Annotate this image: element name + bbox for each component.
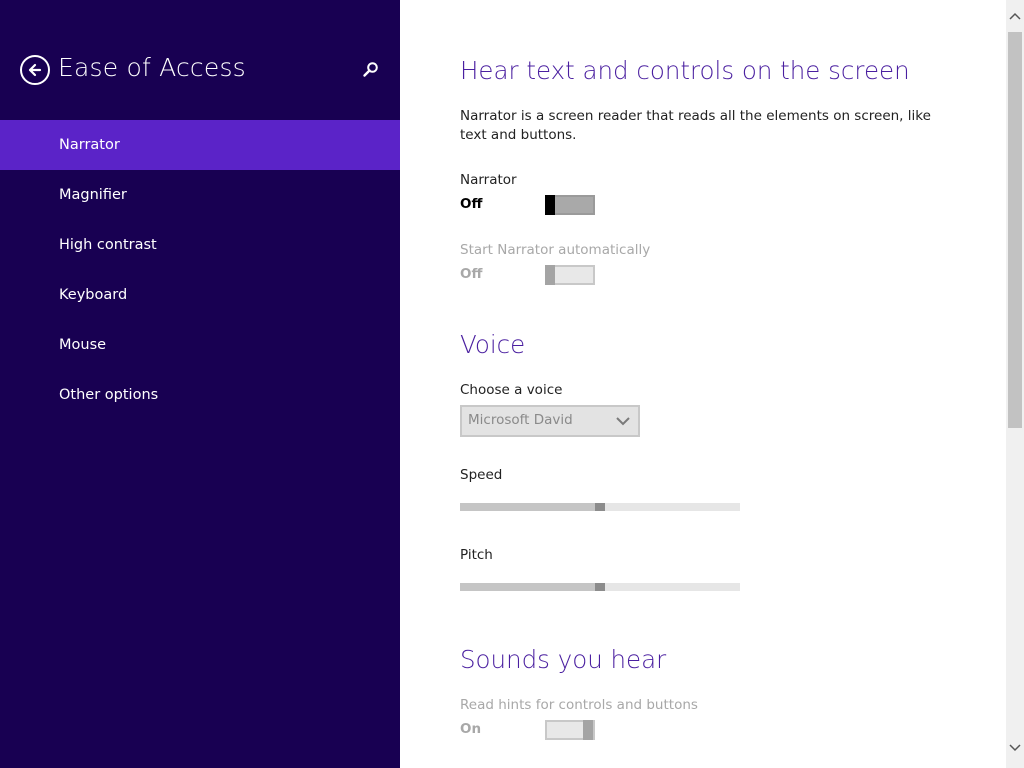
slider-thumb[interactable] xyxy=(595,583,605,591)
main-content: Hear text and controls on the screen Nar… xyxy=(400,0,1006,768)
chevron-down-icon xyxy=(616,417,630,426)
read-hints-state: On xyxy=(460,721,482,737)
chevron-down-icon xyxy=(1009,744,1021,752)
sidebar: Ease of Access Narrator Magnifier High c… xyxy=(0,0,400,768)
start-narrator-auto-label: Start Narrator automatically xyxy=(460,242,651,258)
sidebar-item-other-options[interactable]: Other options xyxy=(0,370,400,420)
speed-label: Speed xyxy=(460,467,503,483)
search-button[interactable] xyxy=(362,61,380,79)
back-arrow-icon xyxy=(28,63,42,77)
toggle-thumb xyxy=(545,265,555,285)
scroll-thumb[interactable] xyxy=(1008,32,1022,428)
scroll-up-button[interactable] xyxy=(1006,8,1024,26)
narrator-description: Narrator is a screen reader that reads a… xyxy=(460,108,931,143)
voice-heading: Voice xyxy=(460,330,526,359)
sidebar-item-mouse[interactable]: Mouse xyxy=(0,320,400,370)
read-hints-toggle[interactable] xyxy=(545,720,595,740)
start-narrator-auto-state: Off xyxy=(460,266,483,282)
narrator-label: Narrator xyxy=(460,172,517,188)
sidebar-item-magnifier[interactable]: Magnifier xyxy=(0,170,400,220)
sidebar-nav: Narrator Magnifier High contrast Keyboar… xyxy=(0,120,400,420)
slider-fill xyxy=(460,503,595,511)
chevron-up-icon xyxy=(1009,12,1021,20)
toggle-thumb xyxy=(583,720,593,740)
toggle-thumb xyxy=(545,195,555,215)
app-title: Ease of Access xyxy=(58,53,246,82)
sidebar-item-narrator[interactable]: Narrator xyxy=(0,120,400,170)
vertical-scrollbar[interactable] xyxy=(1006,0,1024,768)
narrator-state: Off xyxy=(460,196,483,212)
pitch-slider[interactable] xyxy=(460,579,740,599)
voice-select[interactable]: Microsoft David xyxy=(460,405,640,437)
back-button[interactable] xyxy=(20,55,50,85)
sidebar-item-keyboard[interactable]: Keyboard xyxy=(0,270,400,320)
sidebar-item-high-contrast[interactable]: High contrast xyxy=(0,220,400,270)
voice-select-value: Microsoft David xyxy=(468,412,573,428)
page-heading: Hear text and controls on the screen xyxy=(460,56,910,85)
start-narrator-auto-toggle[interactable] xyxy=(545,265,595,285)
slider-thumb[interactable] xyxy=(595,503,605,511)
sounds-heading: Sounds you hear xyxy=(460,645,667,674)
settings-window: Ease of Access Narrator Magnifier High c… xyxy=(0,0,1024,768)
speed-slider[interactable] xyxy=(460,499,740,519)
read-hints-label: Read hints for controls and buttons xyxy=(460,697,698,713)
narrator-toggle[interactable] xyxy=(545,195,595,215)
search-icon xyxy=(363,62,378,77)
slider-fill xyxy=(460,583,595,591)
pitch-label: Pitch xyxy=(460,547,493,563)
scroll-down-button[interactable] xyxy=(1006,738,1024,756)
choose-voice-label: Choose a voice xyxy=(460,382,563,398)
